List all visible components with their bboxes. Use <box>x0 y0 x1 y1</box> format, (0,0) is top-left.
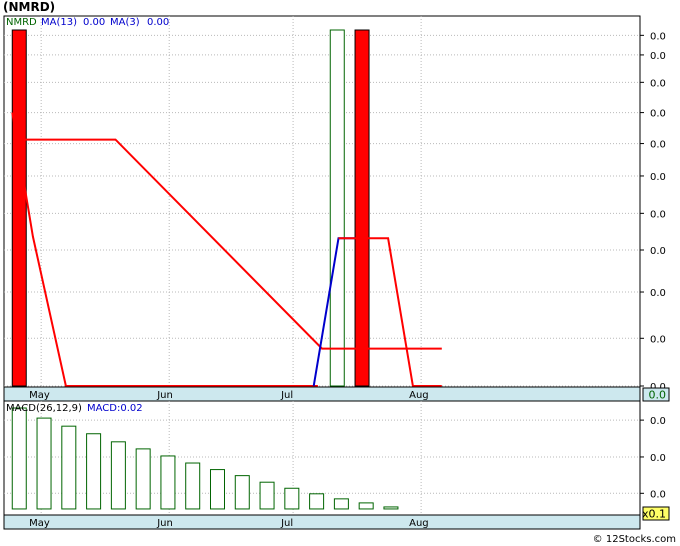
price-y-tick-label: 0.0 <box>650 172 666 183</box>
price-y-tick-label: 0.0 <box>650 31 666 42</box>
macd-hist-bar <box>110 441 126 510</box>
macd-label: MACD(26,12,9) <box>6 403 82 414</box>
legend-symbol: NMRD <box>6 17 37 28</box>
legend-ma13-value: 0.00 <box>83 17 105 28</box>
last-value: 0.0 <box>649 389 667 402</box>
macd-x-label: Aug <box>409 518 429 529</box>
price-bar-up <box>329 29 345 387</box>
legend-ma13-label: MA(13) <box>41 17 77 28</box>
macd-date-band <box>3 514 641 530</box>
macd-hist-bar <box>209 469 225 510</box>
macd-hist-bar <box>160 455 176 510</box>
macd-y-tick-label: 0.0 <box>650 416 666 427</box>
macd-hist-bar <box>284 487 300 510</box>
macd-hist-bar <box>185 462 201 510</box>
macd-hist-bar <box>309 493 325 510</box>
price-y-tick-label: 0.0 <box>650 246 666 257</box>
price-x-label: May <box>29 390 50 401</box>
macd-hist-bar <box>61 425 77 510</box>
price-x-label: Jun <box>156 390 173 401</box>
macd-y-axis: 0.0 0.0 0.0 <box>640 416 666 500</box>
macd-hist-bar <box>11 407 27 510</box>
price-bar-down <box>354 29 370 387</box>
macd-hist-bar <box>36 417 52 510</box>
macd-hist-bar <box>358 502 374 510</box>
macd-y-tick-label: 0.0 <box>650 489 666 500</box>
price-y-tick-label: 0.0 <box>650 209 666 220</box>
price-y-axis: 0.00.00.00.00.00.00.00.00.00.00.0 <box>640 31 666 393</box>
copyright: © 12Stocks.com <box>593 534 676 545</box>
macd-x-label: Jun <box>156 518 173 529</box>
price-y-tick-label: 0.0 <box>650 78 666 89</box>
price-y-tick-label: 0.0 <box>650 109 666 120</box>
price-y-tick-label: 0.0 <box>650 140 666 151</box>
price-y-tick-label: 0.0 <box>650 334 666 345</box>
macd-x-label: Jul <box>280 518 293 529</box>
macd-hist-bar <box>333 498 349 510</box>
macd-y-tick-label: 0.0 <box>650 453 666 464</box>
macd-hist-bar <box>135 448 151 510</box>
macd-multiplier: x0.1 <box>642 508 666 521</box>
macd-hist-bar <box>259 481 275 510</box>
price-x-label: Aug <box>409 390 429 401</box>
legend-ma3-value: 0.00 <box>147 17 169 28</box>
price-bar-down <box>11 29 27 387</box>
price-x-label: Jul <box>280 390 293 401</box>
macd-hist-bar <box>86 433 102 510</box>
macd-value: MACD:0.02 <box>87 403 143 414</box>
price-date-band <box>3 386 641 402</box>
macd-x-label: May <box>29 518 50 529</box>
chart-title: (NMRD) <box>3 0 55 14</box>
price-panel: 0.0 0.0 0.0 0.0 0.0 0.0 0.0 0.0 0.0 0.0 0.0 May Jun… <box>3 15 670 402</box>
macd-hist-bar <box>234 475 250 510</box>
price-y-tick-label: 0.0 <box>650 288 666 299</box>
price-y-tick-label: 0.0 <box>650 51 666 62</box>
stock-chart: (NMRD) 0.00.00.00.00.00.00.00.00.00.00.0… <box>3 0 676 545</box>
macd-panel: 0.0 0.0 0.0 MACD(26,12,9) MACD:0.02 May Jun… <box>3 400 670 530</box>
legend-ma3-label: MA(3) <box>110 17 140 28</box>
macd-hist-bar <box>383 506 399 510</box>
